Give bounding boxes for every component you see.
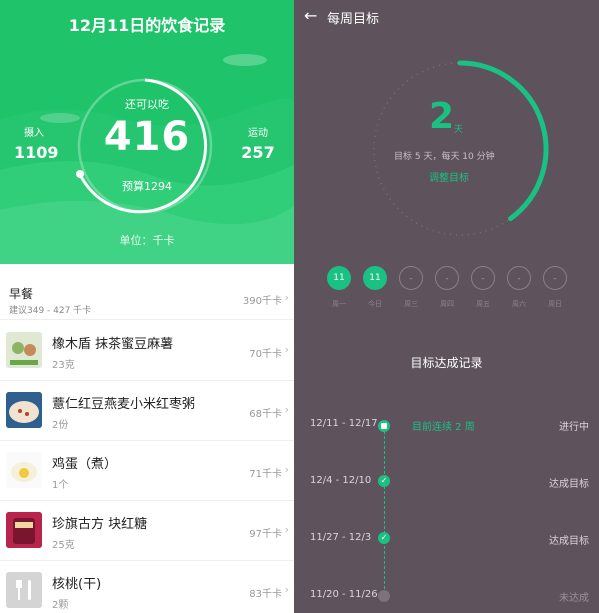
week-day-sat: -	[507, 266, 531, 290]
food-name: 橡木盾 抹茶蜜豆麻薯	[52, 337, 174, 352]
week-day-mon: 11	[327, 266, 351, 290]
chevron-right-icon: ›	[284, 463, 289, 476]
timeline-current-dot	[378, 420, 390, 432]
intake-label: 摄入	[24, 128, 44, 139]
goal-description: 目标 5 天，每天 10 分钟	[394, 152, 495, 162]
record-status: 未达成	[559, 593, 589, 604]
record-status: 达成目标	[549, 479, 589, 490]
week-day-fri: -	[471, 266, 495, 290]
weekly-goal-screen: ← 每周目标 2 天 目标 5 天，每天 10 分钟 调整目标 11 11 - …	[294, 0, 599, 613]
record-date-range: 11/20 - 11/26	[310, 589, 378, 600]
food-item[interactable]: 薏仁红豆燕麦小米红枣粥 2份 68千卡 ›	[0, 381, 294, 441]
week-day-sun: -	[543, 266, 567, 290]
page-title: 每周目标	[327, 12, 380, 27]
food-name: 薏仁红豆燕麦小米红枣粥	[52, 397, 196, 412]
food-kcal: 68千卡	[249, 409, 282, 420]
food-thumbnail	[6, 392, 42, 428]
week-day-today: 11	[363, 266, 387, 290]
check-icon: ✓	[378, 475, 390, 487]
week-day-thu: -	[435, 266, 459, 290]
week-day-label: 周四	[440, 300, 454, 308]
food-quantity: 23克	[52, 360, 75, 371]
record-date-range: 11/27 - 12/3	[310, 532, 372, 543]
week-day-label: 周日	[548, 300, 562, 308]
food-kcal: 83千卡	[249, 589, 282, 600]
adjust-goal-link[interactable]: 调整目标	[429, 169, 469, 184]
food-item[interactable]: 鸡蛋（煮） 1个 71千卡 ›	[0, 441, 294, 501]
intake-value: 1109	[14, 143, 59, 162]
chevron-right-icon: ›	[284, 523, 289, 536]
food-name: 核桃(干)	[52, 577, 102, 592]
back-arrow-icon[interactable]: ←	[304, 6, 317, 25]
record-date-range: 12/4 - 12/10	[310, 475, 372, 486]
days-completed: 2	[429, 96, 455, 137]
food-name: 珍旗古方 块红糖	[52, 517, 148, 532]
week-day-label: 周五	[476, 300, 490, 308]
chevron-right-icon: ›	[284, 583, 289, 596]
utensils-icon	[6, 572, 42, 608]
food-item[interactable]: 珍旗古方 块红糖 25克 97千卡 ›	[0, 501, 294, 561]
record-status: 进行中	[559, 422, 589, 433]
record-date-range: 12/11 - 12/17	[310, 418, 378, 429]
diet-summary-header: 12月11日的饮食记录 还可以吃 416 预算1294 摄入 1109 运动 2…	[0, 0, 294, 264]
diet-date-title: 12月11日的饮食记录	[68, 16, 226, 35]
days-unit: 天	[454, 125, 464, 135]
food-kcal: 70千卡	[249, 349, 282, 360]
exercise-label: 运动	[248, 128, 268, 139]
week-day-label: 周一	[332, 300, 346, 308]
unit-label: 单位：千卡	[119, 234, 175, 247]
meal-name: 早餐	[9, 287, 34, 301]
week-day-label: 周三	[404, 300, 418, 308]
food-thumbnail	[6, 452, 42, 488]
food-quantity: 2份	[52, 420, 69, 431]
timeline-connector	[384, 426, 385, 594]
food-quantity: 2颗	[52, 600, 69, 611]
record-streak-note: 目前连续 2 周	[412, 422, 475, 433]
food-item[interactable]: 橡木盾 抹茶蜜豆麻薯 23克 70千卡 ›	[0, 321, 294, 381]
record-status: 达成目标	[549, 536, 589, 547]
exercise-stat: 运动 257	[238, 124, 278, 162]
meal-kcal: 390千卡	[242, 296, 282, 307]
remaining-label: 还可以吃	[125, 98, 169, 111]
food-kcal: 97千卡	[249, 529, 282, 540]
record-section-title: 目标达成记录	[410, 356, 483, 370]
exercise-value: 257	[241, 143, 275, 162]
chevron-right-icon: ›	[284, 343, 289, 356]
week-day-wed: -	[399, 266, 423, 290]
calorie-budget: 预算1294	[122, 180, 172, 193]
intake-stat: 摄入 1109	[14, 124, 59, 162]
food-thumbnail	[6, 332, 42, 368]
food-item[interactable]: 核桃(干) 2颗 83千卡 ›	[0, 561, 294, 613]
meal-suggestion: 建议349 - 427 千卡	[9, 306, 92, 316]
food-thumbnail	[6, 512, 42, 548]
diet-record-screen: 12月11日的饮食记录 还可以吃 416 预算1294 摄入 1109 运动 2…	[0, 0, 294, 613]
food-kcal: 71千卡	[249, 469, 282, 480]
week-day-label: 今日	[368, 300, 382, 308]
chevron-right-icon: ›	[284, 403, 289, 416]
food-quantity: 1个	[52, 480, 69, 491]
chevron-right-icon: ›	[284, 291, 289, 304]
timeline-missed-dot	[378, 590, 390, 602]
food-name: 鸡蛋（煮）	[52, 457, 118, 472]
meal-section-breakfast[interactable]: 早餐 建议349 - 427 千卡 390千卡 ›	[0, 276, 294, 320]
check-icon: ✓	[378, 532, 390, 544]
food-quantity: 25克	[52, 540, 75, 551]
week-day-label: 周六	[512, 300, 526, 308]
